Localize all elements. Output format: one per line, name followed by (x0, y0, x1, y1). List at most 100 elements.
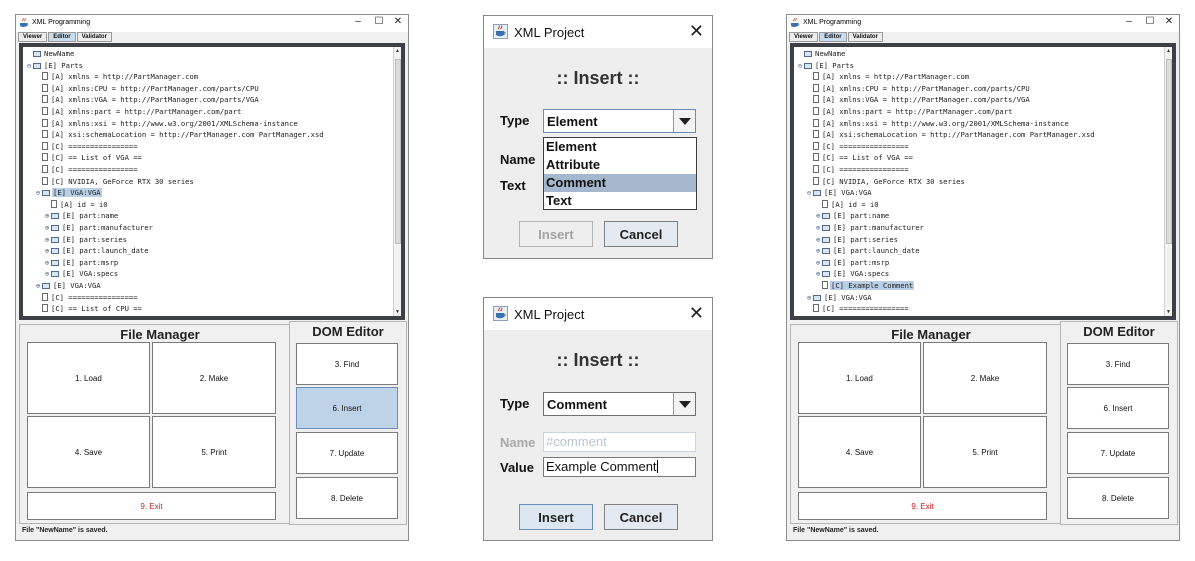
update-button[interactable]: 7. Update (296, 432, 398, 474)
tree-node[interactable]: [C] Example Comment (814, 281, 915, 291)
expand-icon[interactable]: ⊕ (814, 258, 822, 268)
tab-validator[interactable]: Validator (76, 32, 112, 42)
expand-icon[interactable]: ⊕ (43, 223, 51, 233)
tree-node[interactable]: [C] ================ (34, 165, 139, 175)
load-button[interactable]: 1. Load (798, 342, 921, 414)
maximize-button[interactable]: ☐ (1142, 16, 1158, 27)
option-element[interactable]: Element (544, 138, 696, 156)
insert-button[interactable]: Insert (519, 221, 593, 247)
maximize-button[interactable]: ☐ (371, 16, 387, 27)
tab-validator[interactable]: Validator (847, 32, 883, 42)
collapse-icon[interactable]: ⊖ (25, 61, 33, 71)
tree-node[interactable]: ⊕ [E] part:manufacturer (43, 223, 154, 233)
close-button[interactable]: ✕ (1161, 16, 1177, 27)
tree-node[interactable]: ⊖ [E] VGA:VGA (34, 188, 102, 198)
tree-node[interactable]: [A] xmlns:part = http://PartManager.com/… (34, 107, 242, 117)
tree-node[interactable]: ⊕ [E] VGA:VGA (805, 293, 873, 303)
insert-button[interactable]: 6. Insert (1067, 387, 1169, 429)
expand-icon[interactable]: ⊕ (43, 211, 51, 221)
tree-node[interactable]: ⊕ [E] part:name (43, 211, 119, 221)
tree-node[interactable]: ⊕ [E] part:name (814, 211, 890, 221)
tree-node[interactable]: [A] xsi:schemaLocation = http://PartMana… (34, 130, 325, 140)
print-button[interactable]: 5. Print (152, 416, 276, 488)
tree-node[interactable]: [A] xmlns:VGA = http://PartManager.com/p… (34, 95, 260, 105)
expand-icon[interactable]: ⊕ (43, 258, 51, 268)
minimize-button[interactable]: – (350, 16, 366, 27)
tree-node[interactable]: ⊖ [E] Parts (25, 61, 84, 71)
cancel-button[interactable]: Cancel (604, 504, 678, 530)
insert-button[interactable]: Insert (519, 504, 593, 530)
collapse-icon[interactable]: ⊖ (796, 61, 804, 71)
tab-editor[interactable]: Editor (48, 32, 76, 42)
scroll-down-icon[interactable]: ▼ (1165, 308, 1172, 316)
tree-node[interactable]: [C] == List of CPU == (34, 304, 143, 314)
tree-node[interactable]: [A] xmlns:CPU = http://PartManager.com/p… (805, 83, 1031, 94)
tree-node[interactable]: ⊖ [E] Parts (796, 61, 855, 71)
tree-node[interactable]: [C] ================ (34, 292, 139, 303)
collapse-icon[interactable]: ⊖ (34, 188, 42, 198)
tree-node[interactable]: [A] xmlns = http://PartManager.com (805, 72, 970, 82)
vertical-scrollbar[interactable]: ▲ ▼ (1164, 47, 1172, 316)
dom-tree[interactable]: NewName ⊖ [E] Parts [A] xmlns = http://Part… (23, 47, 393, 316)
expand-icon[interactable]: ⊕ (34, 281, 42, 291)
scroll-thumb[interactable] (395, 59, 401, 244)
find-button[interactable]: 3. Find (296, 343, 398, 385)
type-options-list[interactable]: Element Attribute Comment Text (543, 137, 697, 210)
option-attribute[interactable]: Attribute (544, 156, 696, 174)
tree-node[interactable]: ⊕ [E] part:series (43, 235, 128, 245)
tree-node[interactable]: ⊕ [E] part:msrp (43, 258, 119, 268)
tree-node[interactable]: ⊕ [E] VGA:VGA (34, 281, 102, 291)
dropdown-arrow-button[interactable] (673, 110, 695, 132)
tree-node[interactable]: ⊕ [E] part:manufacturer (814, 223, 925, 233)
tree-node[interactable]: ⊕ [E] part:msrp (814, 258, 890, 268)
make-button[interactable]: 2. Make (152, 342, 276, 414)
tree-node[interactable]: [A] id = i0 (814, 199, 880, 210)
delete-button[interactable]: 8. Delete (296, 477, 398, 519)
scroll-thumb[interactable] (1166, 59, 1172, 244)
tree-node[interactable]: [A] xmlns = http://PartManager.com (34, 72, 199, 82)
tree-node[interactable]: ⊕ [E] part:launch_date (43, 246, 150, 256)
tab-viewer[interactable]: Viewer (18, 32, 48, 42)
exit-button[interactable]: 9. Exit (798, 492, 1047, 520)
tree-node[interactable]: [C] ================ (805, 165, 910, 175)
delete-button[interactable]: 8. Delete (1067, 477, 1169, 519)
expand-icon[interactable]: ⊕ (814, 211, 822, 221)
print-button[interactable]: 5. Print (923, 416, 1047, 488)
expand-icon[interactable]: ⊕ (814, 223, 822, 233)
tree-node[interactable]: [C] ================ (805, 141, 910, 152)
tree-node[interactable]: [C] NVIDIA, GeForce RTX 30 series (805, 176, 966, 187)
tree-node[interactable]: [C] ================ (34, 141, 139, 152)
expand-icon[interactable]: ⊕ (43, 235, 51, 245)
tree-node[interactable]: [A] xmlns:xsi = http://www.w3.org/2001/X… (34, 118, 299, 129)
expand-icon[interactable]: ⊕ (43, 246, 51, 256)
expand-icon[interactable]: ⊕ (805, 293, 813, 303)
dropdown-arrow-button[interactable] (673, 393, 695, 415)
tree-node[interactable]: [A] id = i0 (43, 199, 109, 210)
dom-tree[interactable]: NewName ⊖ [E] Parts [A] xmlns = http://Part… (794, 47, 1164, 316)
save-button[interactable]: 4. Save (27, 416, 150, 488)
tree-node[interactable]: [C] == List of VGA == (805, 153, 914, 163)
tree-node[interactable]: ⊕ [E] VGA:specs (43, 269, 119, 279)
tree-node[interactable]: [A] xsi:schemaLocation = http://PartMana… (805, 130, 1096, 140)
tree-node[interactable]: [A] xmlns:CPU = http://PartManager.com/p… (34, 83, 260, 94)
tree-node[interactable]: [C] == List of VGA == (34, 153, 143, 163)
type-select[interactable]: Element (543, 109, 696, 133)
type-select[interactable]: Comment (543, 392, 696, 416)
tree-node[interactable]: ⊕ [E] part:launch_date (814, 246, 921, 256)
expand-icon[interactable]: ⊕ (814, 235, 822, 245)
close-icon[interactable]: ✕ (689, 303, 704, 324)
tree-node[interactable]: ⊖ [E] VGA:VGA (805, 188, 873, 198)
tree-node[interactable]: [A] xmlns:part = http://PartManager.com/… (805, 107, 1013, 117)
close-button[interactable]: ✕ (390, 16, 406, 27)
make-button[interactable]: 2. Make (923, 342, 1047, 414)
scroll-up-icon[interactable]: ▲ (394, 47, 401, 55)
tree-node[interactable]: NewName (796, 49, 846, 59)
minimize-button[interactable]: – (1121, 16, 1137, 27)
scroll-down-icon[interactable]: ▼ (394, 308, 401, 316)
close-icon[interactable]: ✕ (689, 21, 704, 42)
cancel-button[interactable]: Cancel (604, 221, 678, 247)
update-button[interactable]: 7. Update (1067, 432, 1169, 474)
tree-node[interactable]: NewName (25, 49, 75, 59)
tree-node[interactable]: [C] ================ (805, 304, 910, 314)
value-field[interactable]: Example Comment (543, 457, 696, 477)
